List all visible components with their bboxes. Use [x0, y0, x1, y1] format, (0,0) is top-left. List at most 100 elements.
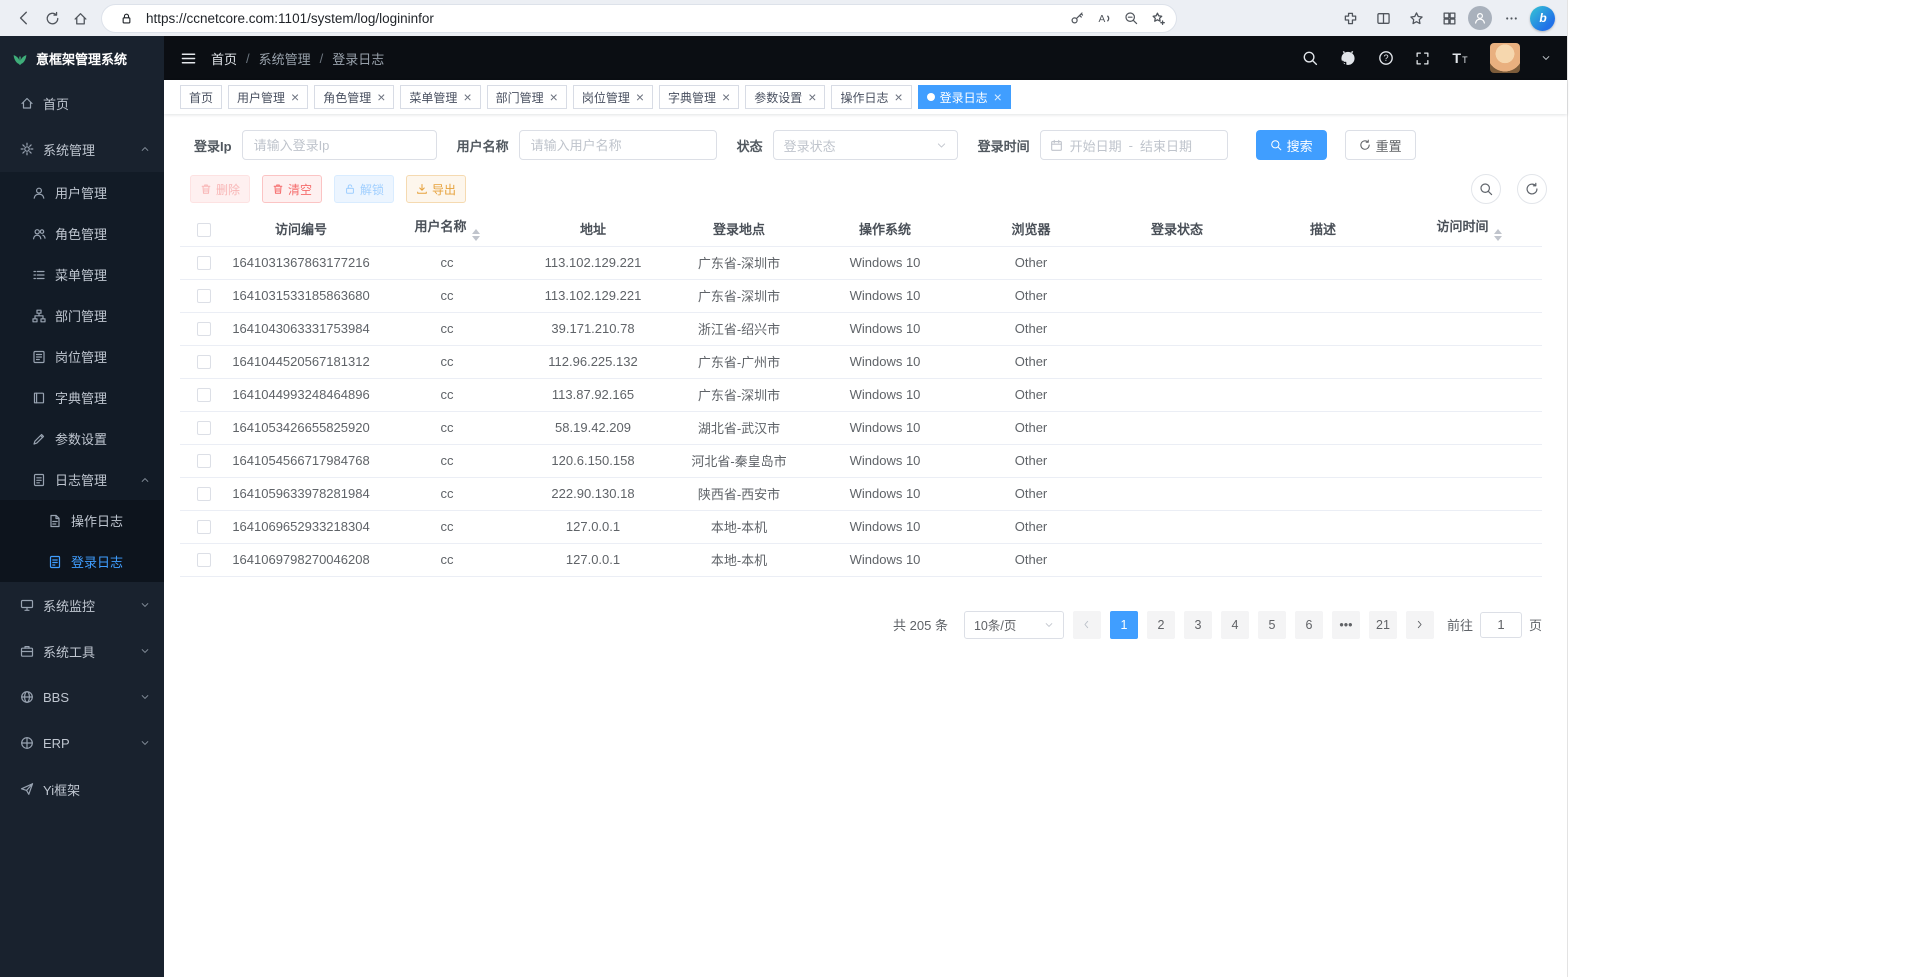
row-checkbox[interactable]: [197, 454, 211, 468]
next-page-button[interactable]: [1406, 611, 1434, 639]
row-checkbox[interactable]: [197, 553, 211, 567]
collapse-sidebar-icon[interactable]: [180, 50, 197, 67]
login-time-range-picker[interactable]: 开始日期 - 结束日期: [1040, 130, 1228, 160]
sidebar-item-yi-framework[interactable]: Yi框架: [0, 766, 164, 812]
row-checkbox[interactable]: [197, 256, 211, 270]
sidebar-item-menu-management[interactable]: 菜单管理: [0, 254, 164, 295]
row-checkbox[interactable]: [197, 520, 211, 534]
table-row[interactable]: 1641069652933218304cc127.0.0.1本地-本机Windo…: [180, 510, 1542, 543]
row-checkbox[interactable]: [197, 322, 211, 336]
row-checkbox[interactable]: [197, 355, 211, 369]
export-button[interactable]: 导出: [406, 175, 466, 203]
browser-refresh-icon[interactable]: [38, 4, 66, 32]
tab-dict-management[interactable]: 字典管理×: [659, 85, 739, 109]
table-row[interactable]: 1641053426655825920cc58.19.42.209湖北省-武汉市…: [180, 411, 1542, 444]
reset-button[interactable]: 重置: [1345, 130, 1416, 160]
status-select[interactable]: 登录状态: [773, 130, 958, 160]
tab-post-management[interactable]: 岗位管理×: [573, 85, 653, 109]
breadcrumb-item[interactable]: 系统管理: [259, 49, 311, 68]
clear-button[interactable]: 清空: [262, 175, 322, 203]
split-screen-icon[interactable]: [1369, 4, 1397, 32]
close-icon[interactable]: ×: [722, 90, 730, 104]
collections-icon[interactable]: [1435, 4, 1463, 32]
delete-button[interactable]: 删除: [190, 175, 250, 203]
close-icon[interactable]: ×: [550, 90, 558, 104]
browser-address-bar[interactable]: https://ccnetcore.com:1101/system/log/lo…: [102, 5, 1176, 32]
user-avatar[interactable]: [1490, 43, 1520, 73]
close-icon[interactable]: ×: [808, 90, 816, 104]
page-button[interactable]: 21: [1369, 611, 1397, 639]
add-favorite-star-icon[interactable]: [1146, 6, 1170, 30]
table-row[interactable]: 1641044993248464896cc113.87.92.165广东省-深圳…: [180, 378, 1542, 411]
tab-menu-management[interactable]: 菜单管理×: [400, 85, 480, 109]
close-icon[interactable]: ×: [994, 90, 1002, 104]
tab-login-log[interactable]: 登录日志×: [918, 85, 1011, 109]
breadcrumb-item[interactable]: 首页: [211, 49, 237, 68]
table-row[interactable]: 1641044520567181312cc112.96.225.132广东省-广…: [180, 345, 1542, 378]
sidebar-item-log-management[interactable]: 日志管理: [0, 459, 164, 500]
more-pages-button[interactable]: •••: [1332, 611, 1360, 639]
refresh-table-button[interactable]: [1517, 174, 1547, 204]
prev-page-button[interactable]: [1073, 611, 1101, 639]
tab-dept-management[interactable]: 部门管理×: [487, 85, 567, 109]
sort-carets-icon[interactable]: [1494, 229, 1502, 241]
table-row[interactable]: 1641069798270046208cc127.0.0.1本地-本机Windo…: [180, 543, 1542, 576]
browser-more-icon[interactable]: [1497, 4, 1525, 32]
page-button[interactable]: 4: [1221, 611, 1249, 639]
sidebar-item-user-management[interactable]: 用户管理: [0, 172, 164, 213]
unlock-button[interactable]: 解锁: [334, 175, 394, 203]
extensions-icon[interactable]: [1336, 4, 1364, 32]
page-button[interactable]: 3: [1184, 611, 1212, 639]
sidebar-item-dept-management[interactable]: 部门管理: [0, 295, 164, 336]
select-all-checkbox[interactable]: [197, 223, 211, 237]
sidebar-item-login-log[interactable]: 登录日志: [0, 541, 164, 582]
tab-operation-log[interactable]: 操作日志×: [831, 85, 911, 109]
favorites-icon[interactable]: [1402, 4, 1430, 32]
tab-home[interactable]: 首页: [180, 85, 222, 109]
read-aloud-icon[interactable]: A: [1092, 6, 1116, 30]
table-row[interactable]: 1641043063331753984cc39.171.210.78浙江省-绍兴…: [180, 312, 1542, 345]
github-icon[interactable]: [1339, 49, 1357, 67]
page-button[interactable]: 5: [1258, 611, 1286, 639]
page-button[interactable]: 6: [1295, 611, 1323, 639]
sidebar-item-system-tools[interactable]: 系统工具: [0, 628, 164, 674]
fullscreen-icon[interactable]: [1415, 51, 1430, 66]
help-icon[interactable]: ?: [1378, 50, 1394, 66]
table-row[interactable]: 1641031533185863680cc113.102.129.221广东省-…: [180, 279, 1542, 312]
table-row[interactable]: 1641054566717984768cc120.6.150.158河北省-秦皇…: [180, 444, 1542, 477]
password-key-icon[interactable]: [1065, 6, 1089, 30]
close-icon[interactable]: ×: [636, 90, 644, 104]
sidebar-item-dict-management[interactable]: 字典管理: [0, 377, 164, 418]
zoom-icon[interactable]: [1119, 6, 1143, 30]
row-checkbox[interactable]: [197, 421, 211, 435]
sort-carets-icon[interactable]: [472, 229, 480, 241]
browser-back-icon[interactable]: [10, 4, 38, 32]
table-row[interactable]: 1641031367863177216cc113.102.129.221广东省-…: [180, 246, 1542, 279]
sidebar-item-role-management[interactable]: 角色管理: [0, 213, 164, 254]
user-name-input[interactable]: [519, 130, 717, 160]
page-button[interactable]: 2: [1147, 611, 1175, 639]
goto-page-input[interactable]: [1480, 612, 1522, 638]
close-icon[interactable]: ×: [291, 90, 299, 104]
tab-param-settings[interactable]: 参数设置×: [745, 85, 825, 109]
sidebar-item-erp[interactable]: ERP: [0, 720, 164, 766]
sidebar-item-operation-log[interactable]: 操作日志: [0, 500, 164, 541]
close-icon[interactable]: ×: [377, 90, 385, 104]
search-button[interactable]: 搜索: [1256, 130, 1327, 160]
bing-copilot-icon[interactable]: b: [1530, 6, 1555, 31]
font-size-icon[interactable]: TT: [1451, 49, 1469, 67]
close-icon[interactable]: ×: [894, 90, 902, 104]
login-ip-input[interactable]: [242, 130, 437, 160]
sidebar-item-param-settings[interactable]: 参数设置: [0, 418, 164, 459]
chevron-down-icon[interactable]: [1541, 53, 1551, 63]
tab-user-management[interactable]: 用户管理×: [228, 85, 308, 109]
column-header-user_name[interactable]: 用户名称: [374, 212, 520, 246]
sidebar-item-post-management[interactable]: 岗位管理: [0, 336, 164, 377]
sidebar-item-home[interactable]: 首页: [0, 80, 164, 126]
browser-profile-avatar[interactable]: [1468, 6, 1492, 30]
browser-home-icon[interactable]: [66, 4, 94, 32]
close-icon[interactable]: ×: [463, 90, 471, 104]
row-checkbox[interactable]: [197, 487, 211, 501]
sidebar-item-bbs[interactable]: BBS: [0, 674, 164, 720]
row-checkbox[interactable]: [197, 289, 211, 303]
